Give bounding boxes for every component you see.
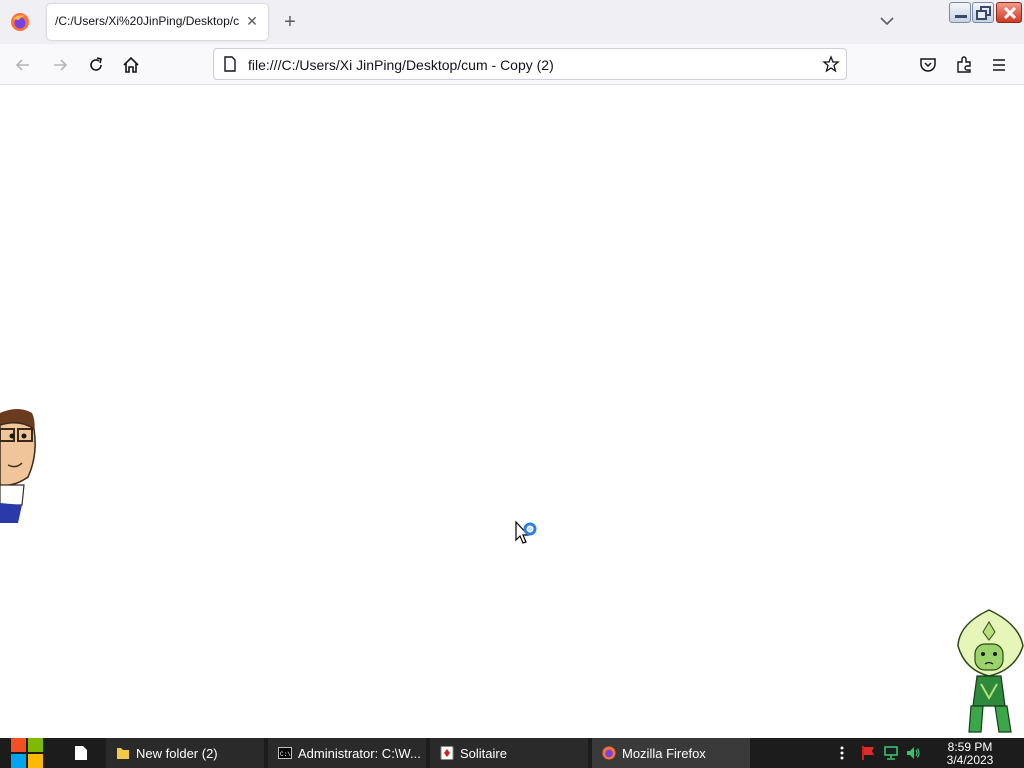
taskbar-item-label: New folder (2) [136, 746, 218, 761]
volume-icon[interactable] [905, 745, 921, 761]
busy-cursor-icon [515, 520, 537, 544]
firefox-icon [602, 746, 616, 760]
close-window-button[interactable] [996, 2, 1022, 23]
flag-icon[interactable] [860, 745, 876, 761]
taskbar-item-new-folder[interactable]: New folder (2) [106, 738, 264, 768]
folder-icon [117, 748, 129, 759]
cartoon-character-right [957, 609, 1024, 733]
solitaire-icon [440, 746, 454, 760]
home-icon[interactable] [120, 54, 142, 76]
forward-arrow-icon[interactable] [49, 54, 71, 76]
extensions-icon[interactable] [953, 54, 975, 76]
tab-active[interactable]: /C:/Users/Xi%20JinPing/Desktop/c ✕ [47, 4, 268, 40]
tab-title: /C:/Users/Xi%20JinPing/Desktop/c [55, 14, 240, 28]
cmd-icon: C:\ [278, 747, 292, 759]
taskbar: New folder (2) C:\ Administrator: C:\W..… [0, 738, 1024, 768]
page-content [0, 85, 1024, 738]
cartoon-character-left [0, 409, 36, 523]
taskbar-item-label: Mozilla Firefox [622, 746, 706, 761]
new-tab-button[interactable]: + [280, 12, 300, 32]
pocket-icon[interactable] [917, 54, 939, 76]
firefox-icon[interactable] [10, 12, 30, 32]
network-icon[interactable] [883, 745, 899, 761]
star-icon[interactable] [822, 55, 840, 73]
taskbar-item-label: Administrator: C:\W... [298, 746, 421, 761]
tab-strip: /C:/Users/Xi%20JinPing/Desktop/c ✕ + [0, 0, 1024, 44]
close-icon[interactable]: ✕ [244, 13, 260, 29]
chevron-down-icon[interactable] [878, 12, 896, 30]
clock-date: 3/4/2023 [946, 753, 994, 767]
more-vertical-icon[interactable] [838, 745, 846, 761]
url-text: file:///C:/Users/Xi JinPing/Desktop/cum … [248, 57, 554, 73]
back-arrow-icon[interactable] [12, 54, 34, 76]
reload-icon[interactable] [85, 54, 107, 76]
restore-button[interactable] [972, 2, 994, 23]
taskbar-item-cmd[interactable]: C:\ Administrator: C:\W... [268, 738, 426, 768]
taskbar-item-label: Solitaire [460, 746, 507, 761]
minimize-button[interactable] [949, 2, 971, 23]
menu-icon[interactable] [988, 54, 1010, 76]
taskbar-item-solitaire[interactable]: Solitaire [430, 738, 588, 768]
clock[interactable]: 8:59 PM 3/4/2023 [942, 741, 998, 767]
file-icon[interactable] [74, 745, 88, 761]
svg-text:C:\: C:\ [280, 751, 291, 758]
page-icon [224, 56, 236, 72]
taskbar-item-firefox[interactable]: Mozilla Firefox [592, 738, 750, 768]
navigation-toolbar: file:///C:/Users/Xi JinPing/Desktop/cum … [0, 44, 1024, 85]
windows-start-icon[interactable] [10, 738, 44, 768]
url-bar[interactable]: file:///C:/Users/Xi JinPing/Desktop/cum … [213, 48, 847, 80]
